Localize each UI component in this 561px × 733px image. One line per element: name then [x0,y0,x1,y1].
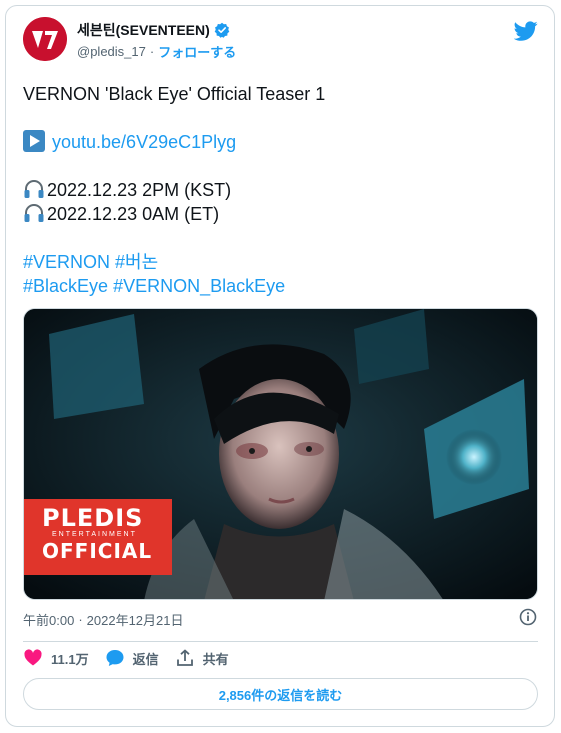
share-label: 共有 [202,651,229,667]
like-button[interactable]: 11.1万 [23,648,89,668]
avatar[interactable] [23,17,67,61]
timestamp-separator: · [78,612,83,627]
schedule-kst: 2022.12.23 2PM (KST) [47,180,232,200]
pledis-official-badge: PLEDIS ENTERTAINMENT OFFICIAL [24,499,172,575]
reply-label: 返信 [132,651,159,667]
tweet-time[interactable]: 午前0:00 [23,610,74,629]
follow-button[interactable]: フォローする [158,42,236,61]
action-bar: 11.1万 返信 共有 [23,648,245,668]
divider [23,641,538,642]
share-button[interactable]: 共有 [175,648,229,668]
badge-official: OFFICIAL [42,539,153,563]
separator-dot: · [149,44,155,59]
tweet-card: 세븐틴(SEVENTEEN) @pledis_17 · フォローする VERNO… [5,5,555,727]
share-icon [176,649,193,666]
reply-bubble-icon [106,650,124,666]
info-icon[interactable] [519,608,537,626]
likes-count: 11.1万 [51,651,89,667]
verified-icon [214,22,230,38]
headphones-icon [23,203,45,223]
schedule-et: 2022.12.23 0AM (ET) [47,204,220,224]
reply-button[interactable]: 返信 [105,648,159,668]
badge-pledis: PLEDIS [42,504,144,532]
youtube-link[interactable]: youtu.be/6V29eC1Plyg [52,132,236,152]
read-replies-button[interactable]: 2,856件の返信を読む [23,678,538,710]
tweet-date[interactable]: 2022年12月21日 [87,610,184,629]
badge-entertainment: ENTERTAINMENT [52,531,137,538]
hashtag-vernon[interactable]: #VERNON [23,252,110,272]
headphones-icon [23,179,45,199]
twitter-bird-icon[interactable] [513,19,538,43]
video-thumbnail[interactable]: PLEDIS ENTERTAINMENT OFFICIAL [23,308,538,600]
hashtag-vernon-korean[interactable]: #버논 [115,252,158,272]
display-name[interactable]: 세븐틴(SEVENTEEN) [77,20,210,40]
heart-icon [24,649,42,666]
tweet-title-line: VERNON 'Black Eye' Official Teaser 1 [23,84,326,104]
handle[interactable]: @pledis_17 [77,44,146,59]
timestamp[interactable]: 午前0:00 · 2022年12月21日 [23,610,184,629]
play-button-icon [23,130,45,152]
tweet-text: VERNON 'Black Eye' Official Teaser 1 you… [23,82,538,298]
hashtag-blackeye[interactable]: #BlackEye [23,276,108,296]
hashtag-vernon-blackeye[interactable]: #VERNON_BlackEye [113,276,285,296]
